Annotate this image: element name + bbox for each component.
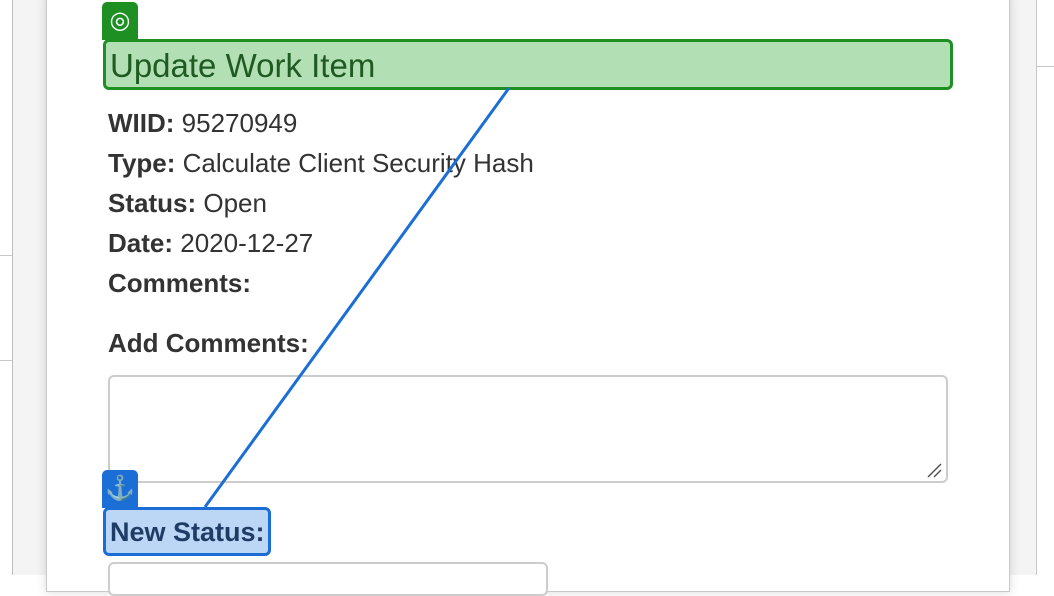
field-comments: Comments:	[108, 267, 251, 299]
resize-grip-icon[interactable]	[926, 462, 942, 478]
field-label: Date:	[108, 228, 174, 258]
field-value: 95270949	[181, 108, 298, 138]
add-comments-label: Add Comments:	[108, 328, 309, 358]
field-label: Comments:	[108, 268, 252, 298]
field-label: WIID:	[108, 108, 175, 138]
new-status-select[interactable]	[108, 562, 548, 596]
background-page-right	[1036, 0, 1054, 575]
field-wiid: WIID: 95270949	[108, 107, 297, 139]
field-type: Type: Calculate Client Security Hash	[108, 147, 534, 179]
title-highlight: Update Work Item	[103, 39, 953, 90]
field-date: Date: 2020-12-27	[108, 227, 313, 259]
new-status-highlight: New Status:	[103, 507, 271, 556]
field-status: Status: Open	[108, 187, 267, 219]
field-label: Status:	[108, 188, 197, 218]
anchor-icon: ⚓	[105, 475, 135, 502]
page-title: Update Work Item	[110, 47, 376, 84]
field-label: Type:	[108, 148, 176, 178]
target-icon: ◎	[109, 7, 131, 34]
anchor-annotation-tag: ⚓	[102, 470, 138, 508]
background-page-left	[0, 0, 13, 575]
field-value: Open	[203, 188, 267, 218]
field-value: Calculate Client Security Hash	[182, 148, 534, 178]
new-status-label: New Status:	[110, 517, 265, 547]
add-comments-textarea[interactable]	[108, 375, 948, 483]
target-annotation-tag: ◎	[102, 2, 138, 40]
field-value: 2020-12-27	[180, 228, 314, 258]
